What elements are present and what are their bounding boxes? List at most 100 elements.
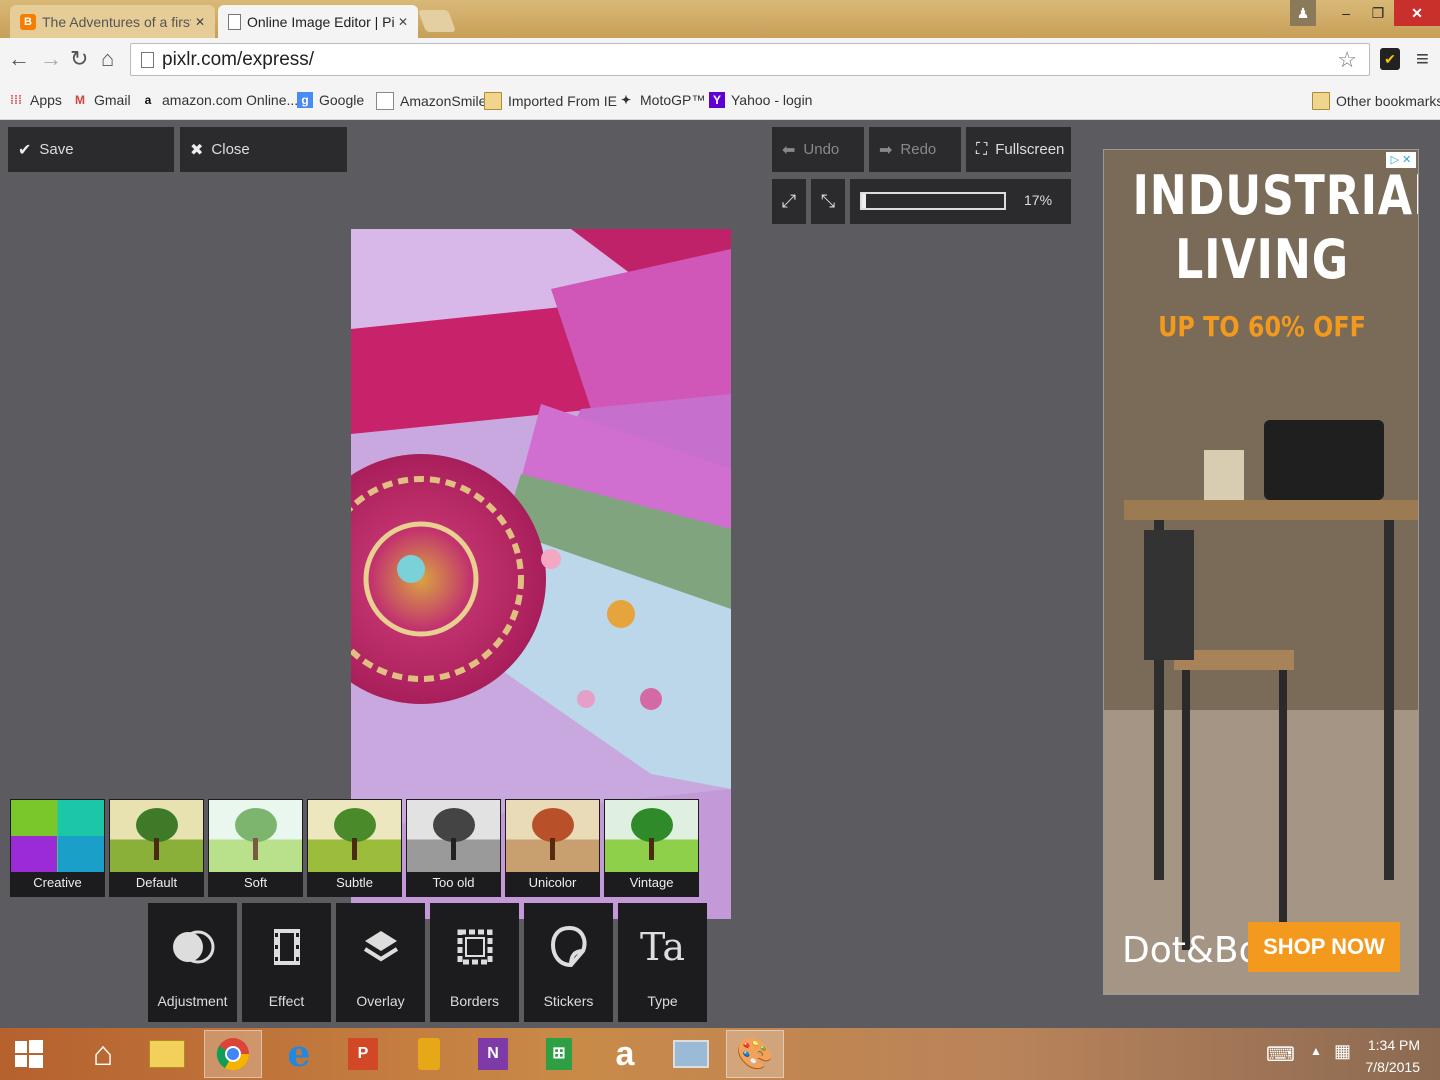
fullscreen-button[interactable]: ⛶ Fullscreen: [966, 127, 1071, 172]
category-borders[interactable]: Borders: [430, 903, 519, 1022]
advertisement[interactable]: INDUSTRIAL LIVING UP TO 60% OFF Dot&Bo S…: [1103, 149, 1419, 995]
category-overlay[interactable]: Overlay: [336, 903, 425, 1022]
tab-pixlr[interactable]: Online Image Editor | Pixlr ✕: [218, 5, 418, 38]
category-label: Effect: [268, 993, 305, 1009]
effect-soft[interactable]: Soft: [208, 799, 303, 897]
bookmark-label: AmazonSmile: [400, 93, 487, 109]
bookmark-gmail[interactable]: M Gmail: [72, 92, 131, 108]
extension-icon[interactable]: ✔: [1380, 48, 1400, 70]
tool-categories: Adjustment Effect Overlay Borders Sticke…: [148, 903, 707, 1022]
start-button[interactable]: [0, 1030, 58, 1078]
effect-thumbnail: [407, 800, 500, 872]
save-button[interactable]: ✔ Save: [8, 127, 174, 172]
bookmark-imported-folder[interactable]: Imported From IE: [484, 92, 617, 110]
ad-offer: UP TO 60% OFF: [1158, 310, 1366, 343]
taskbar-internet-explorer[interactable]: e: [270, 1030, 328, 1078]
effect-label: Soft: [243, 875, 268, 890]
clock-date: 7/8/2015: [1365, 1059, 1421, 1075]
bookmark-google[interactable]: g Google: [297, 92, 364, 108]
taskbar-store[interactable]: ⊞: [530, 1030, 588, 1078]
save-label: Save: [39, 141, 74, 158]
zoom-percentage: 17%: [1024, 192, 1053, 208]
effect-label: Unicolor: [528, 875, 577, 890]
system-clock[interactable]: 1:34 PM 7/8/2015: [1366, 1034, 1421, 1078]
back-arrow-icon[interactable]: ←: [8, 46, 30, 72]
bookmark-yahoo[interactable]: Y Yahoo - login: [709, 92, 812, 108]
new-tab-button[interactable]: [417, 10, 457, 32]
chrome-menu-icon[interactable]: ≡: [1416, 46, 1429, 72]
keyboard-icon[interactable]: ⌨: [1266, 1042, 1295, 1067]
folder-icon: [1312, 92, 1330, 110]
chrome-icon: [216, 1038, 250, 1071]
borders-icon: [430, 925, 519, 969]
taskbar-monitor[interactable]: [662, 1030, 720, 1078]
taskbar-powerpoint[interactable]: P: [334, 1030, 392, 1078]
type-icon: Ta: [639, 925, 686, 969]
bookmark-label: amazon.com Online...: [162, 92, 299, 108]
category-adjustment[interactable]: Adjustment: [148, 903, 237, 1022]
taskbar-notes[interactable]: [400, 1030, 458, 1078]
folder-icon: [149, 1040, 185, 1068]
category-type[interactable]: Ta Type: [618, 903, 707, 1022]
zoom-fit-icon: ⤢: [781, 191, 797, 211]
tab-title: The Adventures of a first t: [42, 13, 191, 30]
adchoices-icon[interactable]: ▷ ✕: [1386, 152, 1416, 168]
bookmark-apps[interactable]: ⁞⁞⁞ Apps: [8, 92, 62, 108]
effect-label: Vintage: [629, 875, 674, 890]
effect-default[interactable]: Default: [109, 799, 204, 897]
redo-button[interactable]: ➡ Redo: [869, 127, 961, 172]
tab-close-icon[interactable]: ✕: [398, 15, 408, 29]
close-window-button[interactable]: ✕: [1394, 0, 1440, 26]
paint-palette-icon: 🎨: [736, 1037, 774, 1071]
effect-creative[interactable]: Creative: [10, 799, 105, 897]
taskbar-paint[interactable]: 🎨: [726, 1030, 784, 1078]
taskbar-file-explorer[interactable]: [138, 1030, 196, 1078]
taskbar-onenote[interactable]: N: [464, 1030, 522, 1078]
user-icon[interactable]: ♟: [1290, 0, 1316, 26]
tab-blogger[interactable]: B The Adventures of a first t ✕: [10, 5, 215, 38]
reload-icon[interactable]: ↻: [70, 46, 88, 72]
url-text[interactable]: pixlr.com/express/: [162, 49, 314, 71]
bookmark-motogp[interactable]: ✦ MotoGP™: [618, 92, 705, 108]
undo-button[interactable]: ⬅ Undo: [772, 127, 864, 172]
folder-icon: [484, 92, 502, 110]
category-stickers[interactable]: Stickers: [524, 903, 613, 1022]
taskbar-home[interactable]: ⌂: [74, 1030, 132, 1078]
effect-unicolor[interactable]: Unicolor: [505, 799, 600, 897]
tab-title: Online Image Editor | Pixlr: [247, 13, 394, 30]
zoom-slider-fill: [862, 194, 867, 208]
tab-close-icon[interactable]: ✕: [195, 15, 205, 29]
bookmark-amazonsmile[interactable]: AmazonSmile: [376, 92, 486, 110]
address-bar[interactable]: pixlr.com/express/ ☆: [130, 43, 1370, 76]
zoom-fit-button[interactable]: ⤢: [772, 179, 806, 224]
close-label: Close: [211, 141, 250, 158]
adjustment-icon: [148, 925, 237, 969]
bookmark-amazon[interactable]: a amazon.com Online...: [140, 92, 299, 108]
other-bookmarks[interactable]: Other bookmarks: [1312, 92, 1440, 110]
category-effect[interactable]: Effect: [242, 903, 331, 1022]
maximize-button[interactable]: ❐: [1362, 0, 1394, 26]
bookmark-label: Gmail: [94, 92, 131, 108]
zoom-actual-icon: ⤡: [820, 191, 836, 211]
home-icon[interactable]: ⌂: [101, 46, 114, 72]
taskbar-amazon[interactable]: a: [596, 1030, 654, 1078]
undo-arrow-icon: ⬅: [782, 141, 796, 159]
category-label: Borders: [449, 993, 500, 1009]
house-icon: ⌂: [92, 1034, 114, 1073]
zoom-actual-button[interactable]: ⤡: [811, 179, 845, 224]
zoom-slider[interactable]: [860, 192, 1006, 210]
category-label: Adjustment: [157, 993, 228, 1009]
minimize-button[interactable]: –: [1330, 0, 1362, 26]
zoom-control: 17%: [850, 179, 1071, 224]
effect-too-old[interactable]: Too old: [406, 799, 501, 897]
network-icon[interactable]: ▦: [1334, 1041, 1351, 1062]
bookmark-star-icon[interactable]: ☆: [1337, 47, 1357, 73]
onenote-icon: N: [478, 1038, 508, 1070]
shop-now-button[interactable]: SHOP NOW: [1248, 922, 1400, 972]
effect-subtle[interactable]: Subtle: [307, 799, 402, 897]
close-button[interactable]: ✖ Close: [180, 127, 347, 172]
effect-vintage[interactable]: Vintage: [604, 799, 699, 897]
forward-arrow-icon[interactable]: →: [40, 46, 62, 72]
tray-expand-icon[interactable]: ▲: [1310, 1044, 1322, 1058]
taskbar-chrome[interactable]: [204, 1030, 262, 1078]
